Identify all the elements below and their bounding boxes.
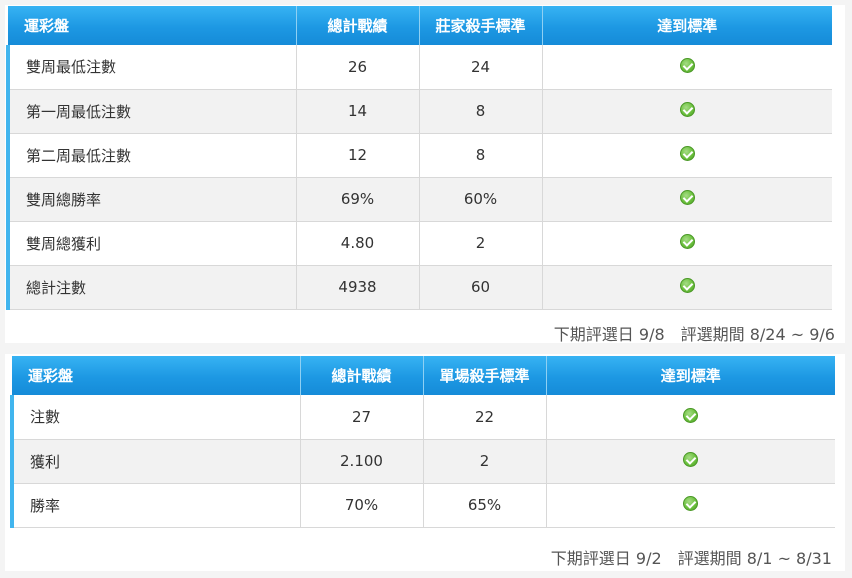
check-circle-icon — [679, 278, 695, 293]
table-row: 雙周總獲利 4.80 2 — [6, 221, 832, 266]
header-standard: 莊家殺手標準 — [419, 6, 543, 45]
row-status — [542, 177, 832, 222]
row-standard: 2 — [419, 221, 543, 266]
row-record: 27 — [300, 395, 424, 440]
evaluation-period: 評選期間 8/24 ~ 9/6 — [680, 325, 835, 344]
row-standard: 2 — [423, 439, 547, 484]
row-record: 4.80 — [296, 221, 420, 266]
row-label: 注數 — [10, 395, 301, 440]
check-circle-icon — [679, 146, 695, 161]
row-label: 勝率 — [10, 483, 301, 528]
check-circle-icon — [679, 57, 695, 73]
single-game-killer-panel: 運彩盤 總計戰績 單場殺手標準 達到標準 注數 27 22 獲利 2.100 2… — [5, 354, 845, 571]
check-circle-icon — [683, 496, 699, 511]
check-circle-icon — [679, 234, 695, 249]
row-label: 第一周最低注數 — [6, 89, 297, 134]
header-total-record: 總計戰績 — [300, 356, 424, 395]
header-category: 運彩盤 — [12, 356, 301, 395]
row-status — [546, 439, 835, 484]
row-standard: 24 — [419, 45, 543, 90]
check-circle-icon — [683, 407, 699, 423]
check-circle-icon — [679, 102, 695, 117]
next-evaluation-date: 下期評選日 9/8 — [553, 325, 665, 344]
next-evaluation-date: 下期評選日 9/2 — [550, 549, 662, 568]
row-standard: 8 — [419, 133, 543, 178]
header-category: 運彩盤 — [8, 6, 297, 45]
row-record: 26 — [296, 45, 420, 90]
row-record: 14 — [296, 89, 420, 134]
row-status — [542, 265, 832, 310]
header-status: 達到標準 — [542, 6, 832, 45]
check-circle-icon — [683, 452, 699, 467]
row-standard: 8 — [419, 89, 543, 134]
row-standard: 22 — [423, 395, 547, 440]
row-record: 12 — [296, 133, 420, 178]
banker-killer-table: 運彩盤 總計戰績 莊家殺手標準 達到標準 雙周最低注數 26 24 第一周最低注… — [6, 6, 832, 310]
table-row: 第二周最低注數 12 8 — [6, 133, 832, 178]
table-row: 總計注數 4938 60 — [6, 265, 832, 310]
row-label: 雙周總勝率 — [6, 177, 297, 222]
row-label: 獲利 — [10, 439, 301, 484]
table-row: 勝率 70% 65% — [10, 483, 835, 528]
row-status — [542, 133, 832, 178]
row-record: 4938 — [296, 265, 420, 310]
row-record: 69% — [296, 177, 420, 222]
row-status — [542, 45, 832, 90]
row-label: 第二周最低注數 — [6, 133, 297, 178]
table-row: 獲利 2.100 2 — [10, 439, 835, 484]
evaluation-period: 評選期間 8/1 ~ 8/31 — [677, 549, 832, 568]
row-record: 2.100 — [300, 439, 424, 484]
banker-killer-panel: 運彩盤 總計戰績 莊家殺手標準 達到標準 雙周最低注數 26 24 第一周最低注… — [5, 5, 845, 345]
row-status — [542, 221, 832, 266]
row-label: 雙周最低注數 — [6, 45, 297, 90]
row-status — [546, 483, 835, 528]
evaluation-note: 下期評選日 9/8 評選期間 8/24 ~ 9/6 — [554, 321, 835, 345]
row-label: 雙周總獲利 — [6, 221, 297, 266]
row-status — [542, 89, 832, 134]
check-circle-icon — [679, 190, 695, 205]
table-row: 雙周最低注數 26 24 — [6, 45, 832, 90]
row-status — [546, 395, 835, 440]
table-row: 雙周總勝率 69% 60% — [6, 177, 832, 222]
table-row: 第一周最低注數 14 8 — [6, 89, 832, 134]
table-header-row: 運彩盤 總計戰績 莊家殺手標準 達到標準 — [8, 6, 832, 45]
header-standard: 單場殺手標準 — [423, 356, 547, 395]
table-header-row: 運彩盤 總計戰績 單場殺手標準 達到標準 — [12, 356, 835, 395]
row-standard: 65% — [423, 483, 547, 528]
evaluation-note: 下期評選日 9/2 評選期間 8/1 ~ 8/31 — [551, 545, 832, 569]
row-standard: 60 — [419, 265, 543, 310]
row-standard: 60% — [419, 177, 543, 222]
header-status: 達到標準 — [546, 356, 835, 395]
row-record: 70% — [300, 483, 424, 528]
table-row: 注數 27 22 — [10, 395, 835, 440]
header-total-record: 總計戰績 — [296, 6, 420, 45]
single-game-killer-table: 運彩盤 總計戰績 單場殺手標準 達到標準 注數 27 22 獲利 2.100 2… — [10, 356, 835, 528]
row-label: 總計注數 — [6, 265, 297, 310]
